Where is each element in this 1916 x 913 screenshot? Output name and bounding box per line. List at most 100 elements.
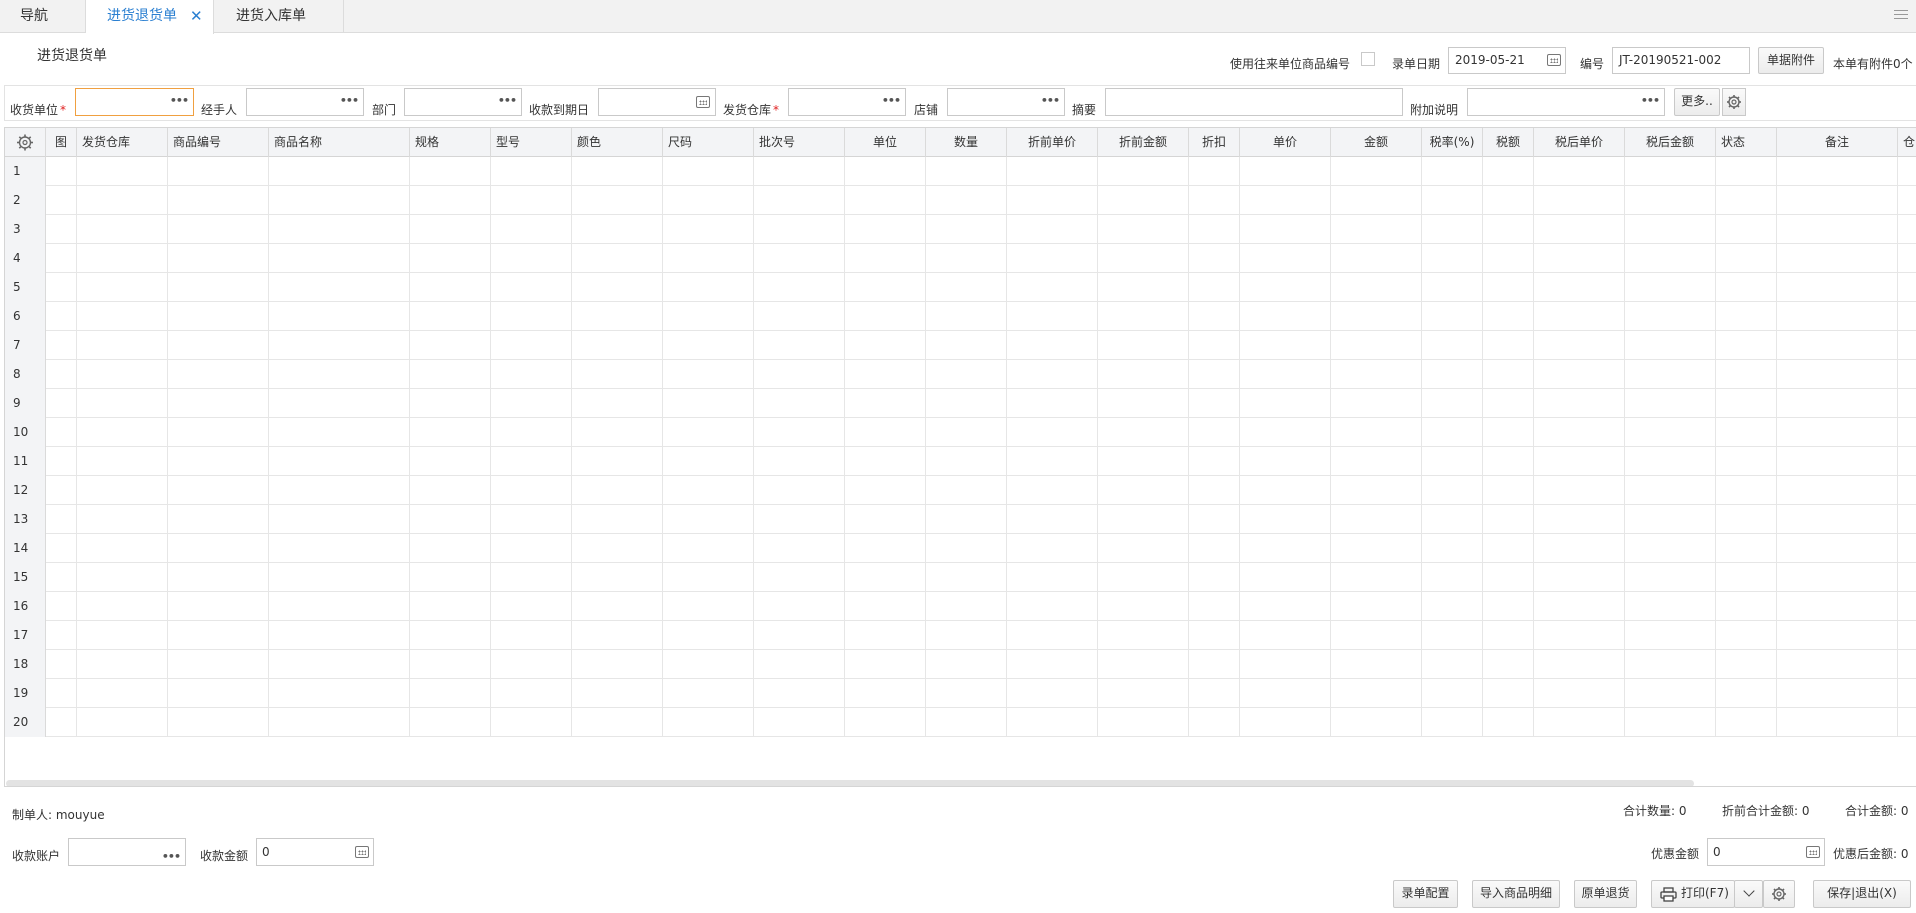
tab-purchase-receipt[interactable]: 进货入库单	[214, 0, 344, 33]
table-row[interactable]: 5	[5, 273, 1916, 302]
table-row[interactable]: 10	[5, 418, 1916, 447]
import-details-button[interactable]: 导入商品明细	[1472, 880, 1560, 908]
table-row[interactable]: 1	[5, 157, 1916, 186]
table-row[interactable]: 6	[5, 302, 1916, 331]
department-input[interactable]: •••	[404, 88, 522, 116]
calculator-icon[interactable]	[355, 846, 369, 858]
tab-nav[interactable]: 导航	[0, 0, 86, 33]
number-field[interactable]: JT-20190521-002	[1612, 47, 1750, 74]
column-header[interactable]: 税后金额	[1625, 128, 1716, 157]
table-row[interactable]: 13	[5, 505, 1916, 534]
calendar-icon[interactable]	[1547, 54, 1561, 66]
amount-label: 收款金额	[200, 849, 249, 863]
grid-column-line	[1482, 157, 1483, 737]
column-header[interactable]: 折前金额	[1098, 128, 1189, 157]
table-row[interactable]: 4	[5, 244, 1916, 273]
warehouse-input[interactable]: •••	[788, 88, 906, 116]
table-row[interactable]: 17	[5, 621, 1916, 650]
table-row[interactable]: 18	[5, 650, 1916, 679]
column-header[interactable]: 税率(%)	[1422, 128, 1483, 157]
column-header[interactable]: 单价	[1240, 128, 1331, 157]
entry-date-value: 2019-05-21	[1455, 53, 1525, 67]
tab-purchase-receipt-label: 进货入库单	[236, 8, 306, 24]
original-return-label: 原单退货	[1581, 886, 1630, 900]
attachment-button[interactable]: 单据附件	[1758, 47, 1824, 74]
more-dots-icon[interactable]: •••	[170, 94, 189, 107]
column-header[interactable]: 规格	[410, 128, 491, 157]
column-header[interactable]: 折扣	[1189, 128, 1240, 157]
store-input[interactable]: •••	[947, 88, 1065, 116]
column-header[interactable]: 商品名称	[269, 128, 410, 157]
table-row[interactable]: 8	[5, 360, 1916, 389]
column-header[interactable]: 尺码	[663, 128, 754, 157]
table-row[interactable]: 19	[5, 679, 1916, 708]
table-row[interactable]: 20	[5, 708, 1916, 737]
row-number: 3	[5, 215, 46, 244]
table-row[interactable]: 2	[5, 186, 1916, 215]
receiver-label: 收货单位 *	[10, 103, 67, 117]
column-header[interactable]: 状态	[1716, 128, 1777, 157]
column-header[interactable]: 批次号	[754, 128, 845, 157]
due-date-input[interactable]	[598, 88, 716, 116]
filter-settings-button[interactable]	[1722, 88, 1746, 116]
summary-input[interactable]	[1105, 88, 1403, 116]
column-header[interactable]: 金额	[1331, 128, 1422, 157]
original-return-button[interactable]: 原单退货	[1574, 880, 1637, 908]
column-header[interactable]: 图	[46, 128, 77, 157]
column-header[interactable]: 仓	[1898, 128, 1916, 157]
discount-input[interactable]: 0	[1707, 838, 1825, 866]
horizontal-scrollbar[interactable]	[6, 780, 1694, 786]
handler-input[interactable]: •••	[246, 88, 364, 116]
table-row[interactable]: 16	[5, 592, 1916, 621]
more-dots-icon[interactable]: •••	[1041, 94, 1060, 107]
table-row[interactable]: 15	[5, 563, 1916, 592]
print-button[interactable]: 打印(F7)	[1651, 880, 1735, 908]
grid-column-line	[1188, 157, 1189, 737]
column-header[interactable]: 税后单价	[1534, 128, 1625, 157]
more-dots-icon[interactable]: •••	[162, 844, 181, 870]
column-header[interactable]: 备注	[1777, 128, 1898, 157]
more-dots-icon[interactable]: •••	[882, 94, 901, 107]
table-row[interactable]: 14	[5, 534, 1916, 563]
amount-input[interactable]: 0	[256, 838, 374, 866]
tab-purchase-return[interactable]: 进货退货单 ✕	[86, 0, 214, 34]
column-header[interactable]: 型号	[491, 128, 572, 157]
close-icon[interactable]: ✕	[190, 0, 203, 32]
save-exit-button[interactable]: 保存|退出(X)	[1813, 880, 1911, 908]
page-title: 进货退货单	[37, 48, 107, 64]
grid-column-line	[844, 157, 845, 737]
table-row[interactable]: 11	[5, 447, 1916, 476]
discount-value: 0	[1713, 845, 1721, 859]
total-amount-text: 合计金额: 0	[1845, 804, 1909, 818]
extra-input[interactable]: •••	[1467, 88, 1665, 116]
table-row[interactable]: 3	[5, 215, 1916, 244]
use-partner-code-checkbox[interactable]	[1361, 52, 1375, 66]
column-header[interactable]: 折前单价	[1007, 128, 1098, 157]
tab-menu-icon[interactable]	[1894, 10, 1908, 22]
grid-settings-cell[interactable]	[5, 128, 46, 157]
grid-column-line	[1330, 157, 1331, 737]
more-button[interactable]: 更多..	[1674, 88, 1720, 116]
grid-column-line	[1239, 157, 1240, 737]
grid-column-line	[925, 157, 926, 737]
calculator-icon[interactable]	[1806, 846, 1820, 858]
print-dropdown-button[interactable]	[1734, 880, 1763, 908]
entry-date-field[interactable]: 2019-05-21	[1448, 47, 1566, 74]
table-row[interactable]: 9	[5, 389, 1916, 418]
column-header[interactable]: 商品编号	[168, 128, 269, 157]
more-dots-icon[interactable]: •••	[498, 94, 517, 107]
table-row[interactable]: 7	[5, 331, 1916, 360]
more-dots-icon[interactable]: •••	[1641, 94, 1660, 107]
receiver-input[interactable]: •••	[75, 88, 194, 116]
calendar-icon[interactable]	[696, 96, 710, 108]
column-header[interactable]: 数量	[926, 128, 1007, 157]
account-input[interactable]: •••	[68, 838, 186, 866]
column-header[interactable]: 税额	[1483, 128, 1534, 157]
config-button[interactable]: 录单配置	[1393, 880, 1458, 908]
more-dots-icon[interactable]: •••	[340, 94, 359, 107]
print-settings-button[interactable]	[1763, 880, 1795, 908]
table-row[interactable]: 12	[5, 476, 1916, 505]
column-header[interactable]: 颜色	[572, 128, 663, 157]
column-header[interactable]: 发货仓库	[77, 128, 168, 157]
column-header[interactable]: 单位	[845, 128, 926, 157]
